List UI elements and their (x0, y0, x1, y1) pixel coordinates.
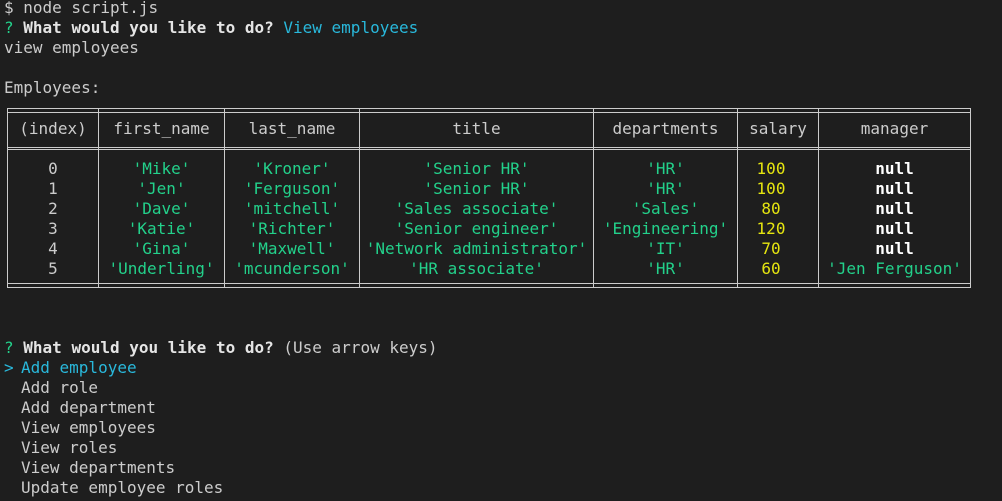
cell-index: 1 (48, 179, 58, 198)
menu-item-view-roles[interactable]: View roles (21, 438, 117, 458)
cell-salary: 100 (756, 159, 786, 178)
cell-first-name: 'Gina' (132, 239, 191, 258)
cell-last-name: 'Richter' (248, 219, 336, 238)
cell-department: 'HR' (646, 179, 685, 198)
cell-title: 'Sales associate' (394, 199, 559, 218)
cell-title: 'Network administrator' (365, 239, 588, 258)
table-bottom-inner-border (8, 283, 970, 284)
prompt-question: What would you like to do? (23, 338, 274, 357)
cell-manager: null (875, 199, 914, 218)
echo-line: view employees (4, 38, 139, 57)
cell-title: 'Senior HR' (423, 179, 530, 198)
cell-department: 'HR' (646, 259, 685, 278)
cell-salary: 100 (756, 179, 786, 198)
cell-manager: null (875, 239, 914, 258)
prompt-mark: ? (4, 338, 14, 357)
cell-department: 'IT' (646, 239, 685, 258)
table-top-inner-border (8, 112, 970, 113)
cell-first-name: 'Underling' (108, 259, 215, 278)
menu-item-add-employee[interactable]: Add employee (21, 358, 137, 378)
cell-first-name: 'Mike' (132, 159, 191, 178)
prompt-answer: View employees (283, 18, 419, 37)
cell-department: 'Sales' (631, 199, 700, 218)
menu-item-update-employee-roles[interactable]: Update employee roles (21, 478, 223, 498)
menu-item-add-role[interactable]: Add role (21, 378, 98, 398)
prompt-mark: ? (4, 18, 14, 37)
cell-department: 'HR' (646, 159, 685, 178)
menu-item-view-employees[interactable]: View employees (21, 418, 156, 438)
header-last-name: last_name (248, 119, 336, 138)
cell-last-name: 'mcunderson' (234, 259, 350, 278)
cell-salary: 120 (756, 219, 786, 238)
cell-salary: 80 (761, 199, 781, 218)
cell-last-name: 'mitchell' (243, 199, 341, 218)
command-line: $ node script.js (4, 0, 159, 17)
cell-last-name: 'Ferguson' (243, 179, 341, 198)
cell-title: 'HR associate' (409, 259, 544, 278)
cell-salary: 60 (761, 259, 781, 278)
table-title: Employees: (4, 78, 101, 97)
prompt-question: What would you like to do? (23, 18, 274, 37)
cell-manager: null (875, 179, 914, 198)
cell-index: 4 (48, 239, 58, 258)
header-separator (8, 147, 970, 150)
cell-last-name: 'Maxwell' (248, 239, 336, 258)
cell-title: 'Senior engineer' (394, 219, 559, 238)
header-departments: departments (612, 119, 719, 138)
header-index: (index) (19, 119, 87, 138)
cell-index: 2 (48, 199, 58, 218)
selection-pointer-icon: > (4, 358, 14, 377)
header-manager: manager (860, 119, 929, 138)
menu-item-view-departments[interactable]: View departments (21, 458, 175, 478)
employees-table: (index) first_name last_name title depar… (7, 108, 971, 288)
cell-manager: null (875, 159, 914, 178)
prompt-line-1: ? What would you like to do? View employ… (4, 18, 418, 38)
cell-index: 5 (48, 259, 58, 278)
cell-salary: 70 (761, 239, 781, 258)
cell-title: 'Senior HR' (423, 159, 530, 178)
cell-index: 0 (48, 159, 58, 178)
cell-manager: null (875, 219, 914, 238)
cell-manager: 'Jen Ferguson' (827, 259, 962, 278)
cell-index: 3 (48, 219, 58, 238)
header-title: title (452, 119, 501, 138)
cell-first-name: 'Jen' (137, 179, 186, 198)
prompt-line-2: ? What would you like to do? (Use arrow … (4, 338, 438, 358)
cell-department: 'Engineering' (602, 219, 729, 238)
cell-first-name: 'Katie' (127, 219, 196, 238)
menu-item-add-department[interactable]: Add department (21, 398, 156, 418)
cell-first-name: 'Dave' (132, 199, 191, 218)
cell-last-name: 'Kroner' (253, 159, 331, 178)
header-first-name: first_name (113, 119, 210, 138)
prompt-hint: (Use arrow keys) (283, 338, 438, 357)
header-salary: salary (749, 119, 807, 138)
